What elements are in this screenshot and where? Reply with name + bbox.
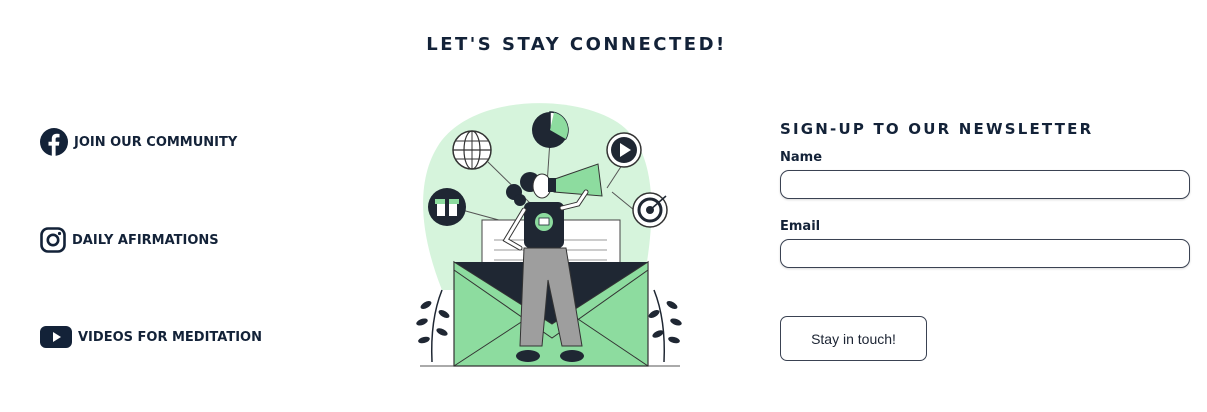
newsletter-title: SIGN-UP TO OUR NEWSLETTER [780, 120, 1094, 138]
newsletter-illustration [402, 100, 698, 372]
email-input[interactable] [780, 239, 1190, 268]
megaphone-illustration [416, 103, 682, 367]
stay-in-touch-button[interactable]: Stay in touch! [780, 316, 927, 361]
facebook-icon [40, 128, 68, 156]
instagram-icon [40, 227, 66, 253]
social-link-community[interactable]: JOIN OUR COMMUNITY [40, 128, 237, 156]
name-input[interactable] [780, 170, 1190, 199]
social-label: VIDEOS FOR MEDITATION [78, 329, 262, 345]
social-link-videos[interactable]: VIDEOS FOR MEDITATION [40, 325, 262, 349]
email-label: Email [780, 219, 821, 234]
page-title: LET'S STAY CONNECTED! [426, 34, 727, 55]
name-label: Name [780, 150, 823, 165]
newsletter-form: SIGN-UP TO OUR NEWSLETTER Name Email Sta… [780, 120, 1192, 361]
social-link-affirmations[interactable]: DAILY AFIRMATIONS [40, 227, 219, 253]
social-label: DAILY AFIRMATIONS [72, 232, 219, 248]
social-label: JOIN OUR COMMUNITY [74, 134, 238, 150]
youtube-icon [40, 325, 72, 349]
